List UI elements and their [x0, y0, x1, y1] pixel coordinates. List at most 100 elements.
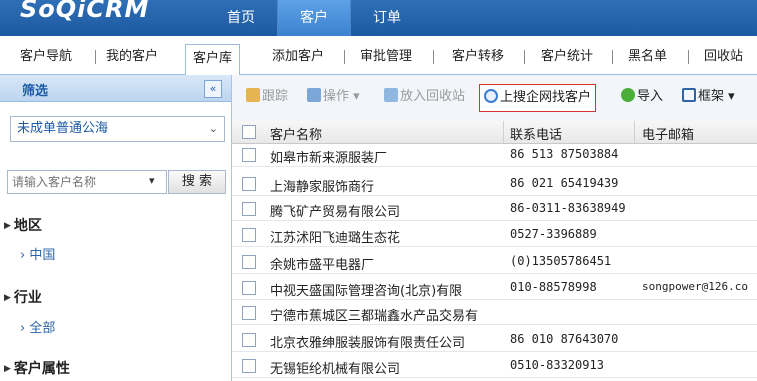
- table-row[interactable]: 宁德市蕉城区三都瑞鑫水产品交易有: [232, 302, 757, 325]
- row-checkbox[interactable]: [242, 359, 256, 373]
- cell-name: 北京衣雅绅服装服饰有限责任公司: [270, 336, 466, 351]
- tab-recycle-bin[interactable]: 回收站: [704, 45, 743, 69]
- table-row[interactable]: 无锡钜纶机械有限公司 0510-83320913: [232, 355, 757, 378]
- select-all-checkbox[interactable]: [242, 125, 256, 139]
- table-row[interactable]: 中视天盛国际管理咨询(北京)有限 010-88578998 songpower@…: [232, 277, 757, 300]
- row-checkbox[interactable]: [242, 228, 256, 242]
- cell-email: songpower@126.co: [642, 280, 748, 293]
- table-row[interactable]: 腾飞矿产贸易有限公司 86-0311-83638949: [232, 198, 757, 221]
- operate-button[interactable]: 操作 ▾: [307, 87, 360, 107]
- pool-select-value: 未成单普通公海: [17, 121, 109, 136]
- cell-name: 江苏沭阳飞迪璐生态花: [270, 231, 401, 246]
- cell-name: 宁德市蕉城区三都瑞鑫水产品交易有: [270, 309, 479, 324]
- sub-tab-bar: 客户导航 我的客户 客户库 添加客户 审批管理 客户转移 客户统计 黑名单 回收…: [0, 36, 757, 76]
- track-label: 跟踪: [262, 89, 289, 104]
- cell-name: 余姚市盛平电器厂: [270, 258, 375, 273]
- group-attributes-label: 客户属性: [13, 361, 70, 377]
- group-region-label: 地区: [13, 218, 42, 234]
- search-enterprise-label: 上搜企网找客户: [500, 90, 592, 105]
- cell-phone: 010-88578998: [510, 280, 597, 294]
- track-button[interactable]: 跟踪: [246, 87, 288, 107]
- group-industry[interactable]: ▶ 行业: [4, 287, 42, 307]
- import-label: 导入: [637, 89, 664, 104]
- collapse-icon[interactable]: «: [204, 80, 222, 98]
- cell-name: 如皋市新来源服装厂: [270, 151, 388, 166]
- col-email[interactable]: 电子邮箱: [642, 124, 757, 143]
- app-logo[interactable]: SoQiCRM: [20, 0, 149, 23]
- action-toolbar: 跟踪 操作 ▾ 放入回收站 上搜企网找客户 导入 框架 ▾: [232, 75, 757, 122]
- operate-icon: [307, 88, 321, 102]
- group-region-item[interactable]: › 中国: [20, 244, 55, 263]
- tab-separator: [95, 50, 96, 64]
- group-attributes[interactable]: ▶ 客户属性: [4, 358, 70, 378]
- customer-search: ▾ 搜 索: [7, 170, 226, 194]
- search-button[interactable]: 搜 索: [168, 170, 226, 194]
- topnav-orders[interactable]: 订单: [351, 0, 423, 36]
- table-header: 客户名称 联系电话 电子邮箱: [232, 121, 757, 144]
- topnav-home[interactable]: 首页: [205, 0, 277, 36]
- operate-label: 操作 ▾: [323, 89, 360, 104]
- tab-my-customers[interactable]: 我的客户: [106, 45, 158, 69]
- tab-customer-library[interactable]: 客户库: [185, 44, 241, 76]
- top-nav: 首页 客户 订单: [205, 0, 423, 36]
- tab-statistics[interactable]: 客户统计: [541, 45, 593, 69]
- row-checkbox[interactable]: [242, 177, 256, 191]
- row-checkbox[interactable]: [242, 255, 256, 269]
- cell-phone: 86-0311-83638949: [510, 201, 626, 215]
- topnav-customers[interactable]: 客户: [278, 0, 350, 36]
- sidebar-title: 筛选: [22, 84, 49, 99]
- pool-select[interactable]: 未成单普通公海 ⌄: [10, 116, 225, 142]
- import-icon: [621, 88, 635, 102]
- group-region[interactable]: ▶ 地区: [4, 215, 42, 235]
- magnifier-icon: [484, 89, 498, 103]
- track-icon: [246, 88, 260, 102]
- sidebar-header: 筛选 «: [0, 75, 231, 102]
- tab-separator: [524, 50, 525, 64]
- table-row[interactable]: 上海静家服饰商行 86 021 65419439: [232, 173, 757, 196]
- cell-name: 中视天盛国际管理咨询(北京)有限: [270, 284, 463, 299]
- tab-approval[interactable]: 审批管理: [360, 45, 412, 69]
- chevron-down-icon[interactable]: ▾: [149, 174, 155, 187]
- caret-right-icon: ▶: [4, 364, 11, 374]
- row-checkbox[interactable]: [242, 306, 256, 320]
- cell-name: 腾飞矿产贸易有限公司: [270, 205, 401, 220]
- group-industry-item[interactable]: › 全部: [20, 317, 55, 336]
- cell-name: 无锡钜纶机械有限公司: [270, 362, 401, 377]
- table-row[interactable]: 余姚市盛平电器厂 (0)13505786451: [232, 251, 757, 274]
- row-checkbox[interactable]: [242, 202, 256, 216]
- row-checkbox[interactable]: [242, 333, 256, 347]
- col-phone[interactable]: 联系电话: [510, 124, 632, 143]
- cell-phone: (0)13505786451: [510, 254, 612, 268]
- cell-phone: 86 010 87643070: [510, 332, 619, 346]
- chevron-down-icon: ⌄: [208, 122, 218, 135]
- tab-transfer[interactable]: 客户转移: [452, 45, 504, 69]
- frame-icon: [682, 88, 696, 102]
- import-button[interactable]: 导入: [621, 87, 663, 107]
- tab-add-customer[interactable]: 添加客户: [272, 45, 324, 69]
- cell-phone: 86 513 87503884: [510, 147, 619, 161]
- customer-search-input[interactable]: [7, 170, 167, 194]
- recycle-button[interactable]: 放入回收站: [384, 87, 465, 107]
- row-checkbox[interactable]: [242, 281, 256, 295]
- table-row[interactable]: 北京衣雅绅服装服饰有限责任公司 86 010 87643070: [232, 329, 757, 352]
- col-customer-name[interactable]: 客户名称: [270, 124, 498, 143]
- filter-sidebar: 筛选 « 未成单普通公海 ⌄ ▾ 搜 索 ▶地区 › 中国 ▶行业 › 全部 ▶…: [0, 75, 232, 381]
- tab-separator: [688, 50, 689, 64]
- column-divider: [634, 121, 635, 143]
- table-row[interactable]: 江苏沭阳飞迪璐生态花 0527-3396889: [232, 224, 757, 247]
- caret-right-icon: ▶: [4, 221, 11, 231]
- column-divider: [503, 121, 504, 143]
- cell-name: 上海静家服饰商行: [270, 180, 375, 195]
- tab-separator: [433, 50, 434, 64]
- search-enterprise-button[interactable]: 上搜企网找客户: [479, 84, 597, 112]
- tab-separator: [344, 50, 345, 64]
- cell-phone: 0510-83320913: [510, 358, 604, 372]
- row-checkbox[interactable]: [242, 148, 256, 162]
- recycle-icon: [384, 88, 398, 102]
- tab-blacklist[interactable]: 黑名单: [628, 45, 667, 69]
- tab-separator: [612, 50, 613, 64]
- tab-customer-nav[interactable]: 客户导航: [20, 45, 72, 69]
- cell-phone: 0527-3396889: [510, 227, 597, 241]
- table-row[interactable]: 如皋市新来源服装厂 86 513 87503884: [232, 144, 757, 167]
- frame-button[interactable]: 框架 ▾: [682, 87, 735, 107]
